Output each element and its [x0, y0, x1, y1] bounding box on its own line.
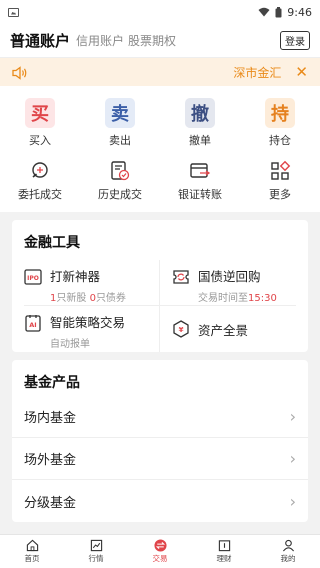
nav-trade[interactable]: 交易 — [128, 535, 192, 568]
fund-item-exchange[interactable]: 场内基金 › — [12, 396, 308, 438]
history-fills-label: 历史成交 — [98, 188, 142, 201]
gallery-icon — [8, 7, 19, 17]
finance-tools-card: 金融工具 IPO 打新神器 1只新股 0只债券 国债逆回购 交易时间至15:30… — [12, 220, 308, 352]
ipo-tool-sub: 1只新股 0只债券 — [50, 293, 126, 304]
ipo-tool[interactable]: IPO 打新神器 1只新股 0只债券 — [24, 260, 160, 306]
chart-icon — [90, 539, 102, 552]
buy-label: 买入 — [29, 134, 51, 147]
trade-icon — [153, 539, 167, 552]
ipo-tool-name: 打新神器 — [50, 269, 101, 284]
nav-home[interactable]: 首页 — [0, 535, 64, 568]
nav-wealth[interactable]: 理财 — [192, 535, 256, 568]
search-icon — [32, 162, 48, 178]
fund-item-label: 分级基金 — [24, 495, 77, 511]
battery-icon — [275, 6, 282, 18]
fund-item-graded[interactable]: 分级基金 › — [12, 480, 308, 522]
tab-stock-options[interactable]: 股票期权 — [128, 32, 176, 49]
nav-market[interactable]: 行情 — [64, 535, 128, 568]
cancel-order-button[interactable]: 撤 撤单 — [160, 92, 240, 148]
nav-profile[interactable]: 我的 — [256, 535, 320, 568]
reverse-repo-sub: 交易时间至15:30 — [198, 293, 277, 304]
asset-overview-name: 资产全景 — [198, 322, 249, 338]
svg-text:AI: AI — [29, 321, 36, 329]
nav-trade-label: 交易 — [152, 554, 168, 563]
positions-button[interactable]: 持 持仓 — [240, 92, 320, 148]
nav-market-label: 行情 — [88, 554, 104, 563]
reverse-repo-name: 国债逆回购 — [198, 269, 261, 284]
reverse-repo-tool[interactable]: 国债逆回购 交易时间至15:30 — [160, 260, 296, 306]
chevron-right-icon: › — [289, 449, 296, 468]
positions-icon: 持 — [265, 98, 295, 128]
fund-products-card: 基金产品 场内基金 › 场外基金 › 分级基金 › — [12, 360, 308, 522]
fund-item-otc[interactable]: 场外基金 › — [12, 438, 308, 480]
asset-overview-tool[interactable]: ¥ 资产全景 — [160, 306, 296, 352]
cancel-order-label: 撤单 — [189, 134, 211, 147]
login-button[interactable]: 登录 — [280, 31, 310, 50]
tab-normal-account[interactable]: 普通账户 — [10, 30, 70, 51]
fund-item-label: 场外基金 — [24, 453, 77, 468]
asset-icon: ¥ — [173, 320, 189, 338]
notice-text: 深市金汇 — [233, 65, 282, 80]
smart-strategy-tool[interactable]: AI 智能策略交易 自动报单 — [24, 306, 160, 352]
home-icon — [26, 539, 38, 552]
fund-products-title: 基金产品 — [24, 375, 80, 391]
more-label: 更多 — [269, 188, 291, 201]
more-button[interactable]: 更多 — [240, 158, 320, 202]
smart-strategy-name: 智能策略交易 — [50, 315, 126, 330]
clock: 9:46 — [287, 5, 312, 19]
chevron-right-icon: › — [289, 491, 296, 511]
user-icon — [282, 539, 294, 552]
history-fills-button[interactable]: 历史成交 — [80, 158, 160, 202]
wallet-icon — [218, 540, 230, 552]
bottom-nav: 首页 行情 交易 理财 我的 — [0, 534, 320, 568]
trade-actions: 买 买入 卖 卖出 撤 撤单 持 持仓 委托成交 历史成交 银证转账 更多 — [0, 86, 320, 212]
sell-label: 卖出 — [109, 134, 131, 147]
fund-item-label: 场内基金 — [24, 411, 77, 426]
nav-wealth-label: 理财 — [216, 554, 232, 563]
notice-bar[interactable]: 深市金汇 ✕ — [0, 58, 320, 86]
nav-profile-label: 我的 — [280, 554, 296, 563]
ai-icon: AI — [25, 315, 41, 332]
bank-transfer-label: 银证转账 — [178, 188, 222, 201]
cancel-order-icon: 撤 — [185, 98, 215, 128]
tab-credit-account[interactable]: 信用账户 — [76, 32, 124, 49]
history-icon — [111, 161, 130, 181]
ipo-icon: IPO — [24, 269, 42, 285]
orders-fills-label: 委托成交 — [18, 188, 62, 201]
svg-text:IPO: IPO — [27, 275, 39, 282]
transfer-icon — [190, 163, 211, 178]
nav-home-label: 首页 — [24, 554, 40, 563]
buy-button[interactable]: 买 买入 — [0, 92, 80, 148]
buy-icon: 买 — [25, 98, 55, 128]
account-header: 普通账户 信用账户 股票期权 登录 — [0, 24, 320, 58]
speaker-icon — [12, 65, 28, 80]
status-bar: 9:46 — [0, 0, 320, 24]
bank-transfer-button[interactable]: 银证转账 — [160, 158, 240, 202]
positions-label: 持仓 — [269, 134, 291, 147]
chevron-right-icon: › — [289, 407, 296, 426]
smart-strategy-sub: 自动报单 — [50, 339, 90, 350]
repo-icon — [173, 270, 189, 284]
sell-icon: 卖 — [105, 98, 135, 128]
close-icon[interactable]: ✕ — [295, 64, 308, 80]
wifi-icon — [258, 7, 270, 17]
orders-fills-button[interactable]: 委托成交 — [0, 158, 80, 202]
finance-tools-title: 金融工具 — [24, 235, 80, 251]
sell-button[interactable]: 卖 卖出 — [80, 92, 160, 148]
svg-text:¥: ¥ — [179, 326, 184, 334]
grid-icon — [271, 160, 291, 180]
